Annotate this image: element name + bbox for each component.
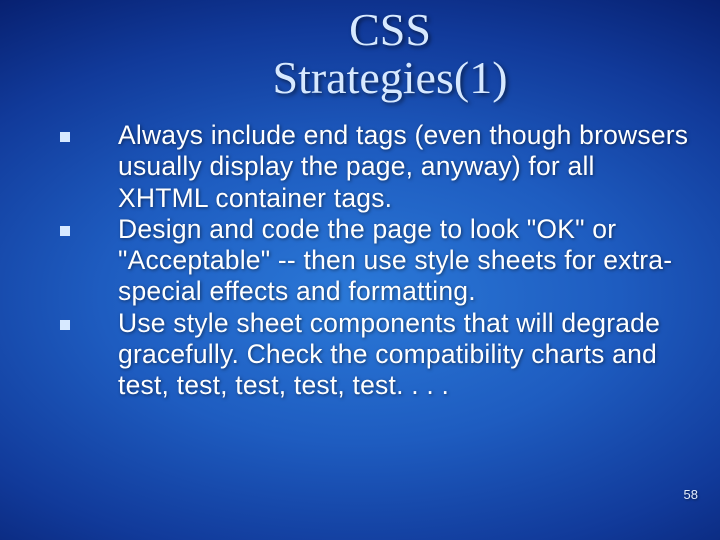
slide-body: Always include end tags (even though bro… (60, 120, 690, 401)
square-bullet-icon (60, 132, 70, 142)
slide-title-line2: Strategies(1) (272, 52, 507, 103)
list-item: Design and code the page to look "OK" or… (60, 214, 690, 308)
bullet-text: Always include end tags (even though bro… (118, 120, 690, 214)
bullet-text: Design and code the page to look "OK" or… (118, 214, 690, 308)
list-item: Use style sheet components that will deg… (60, 308, 690, 402)
slide-title-line1: CSS (349, 4, 431, 55)
square-bullet-icon (60, 320, 70, 330)
page-number: 58 (684, 487, 698, 502)
square-bullet-icon (60, 226, 70, 236)
list-item: Always include end tags (even though bro… (60, 120, 690, 214)
bullet-text: Use style sheet components that will deg… (118, 308, 690, 402)
slide-title: CSS Strategies(1) (110, 0, 670, 103)
